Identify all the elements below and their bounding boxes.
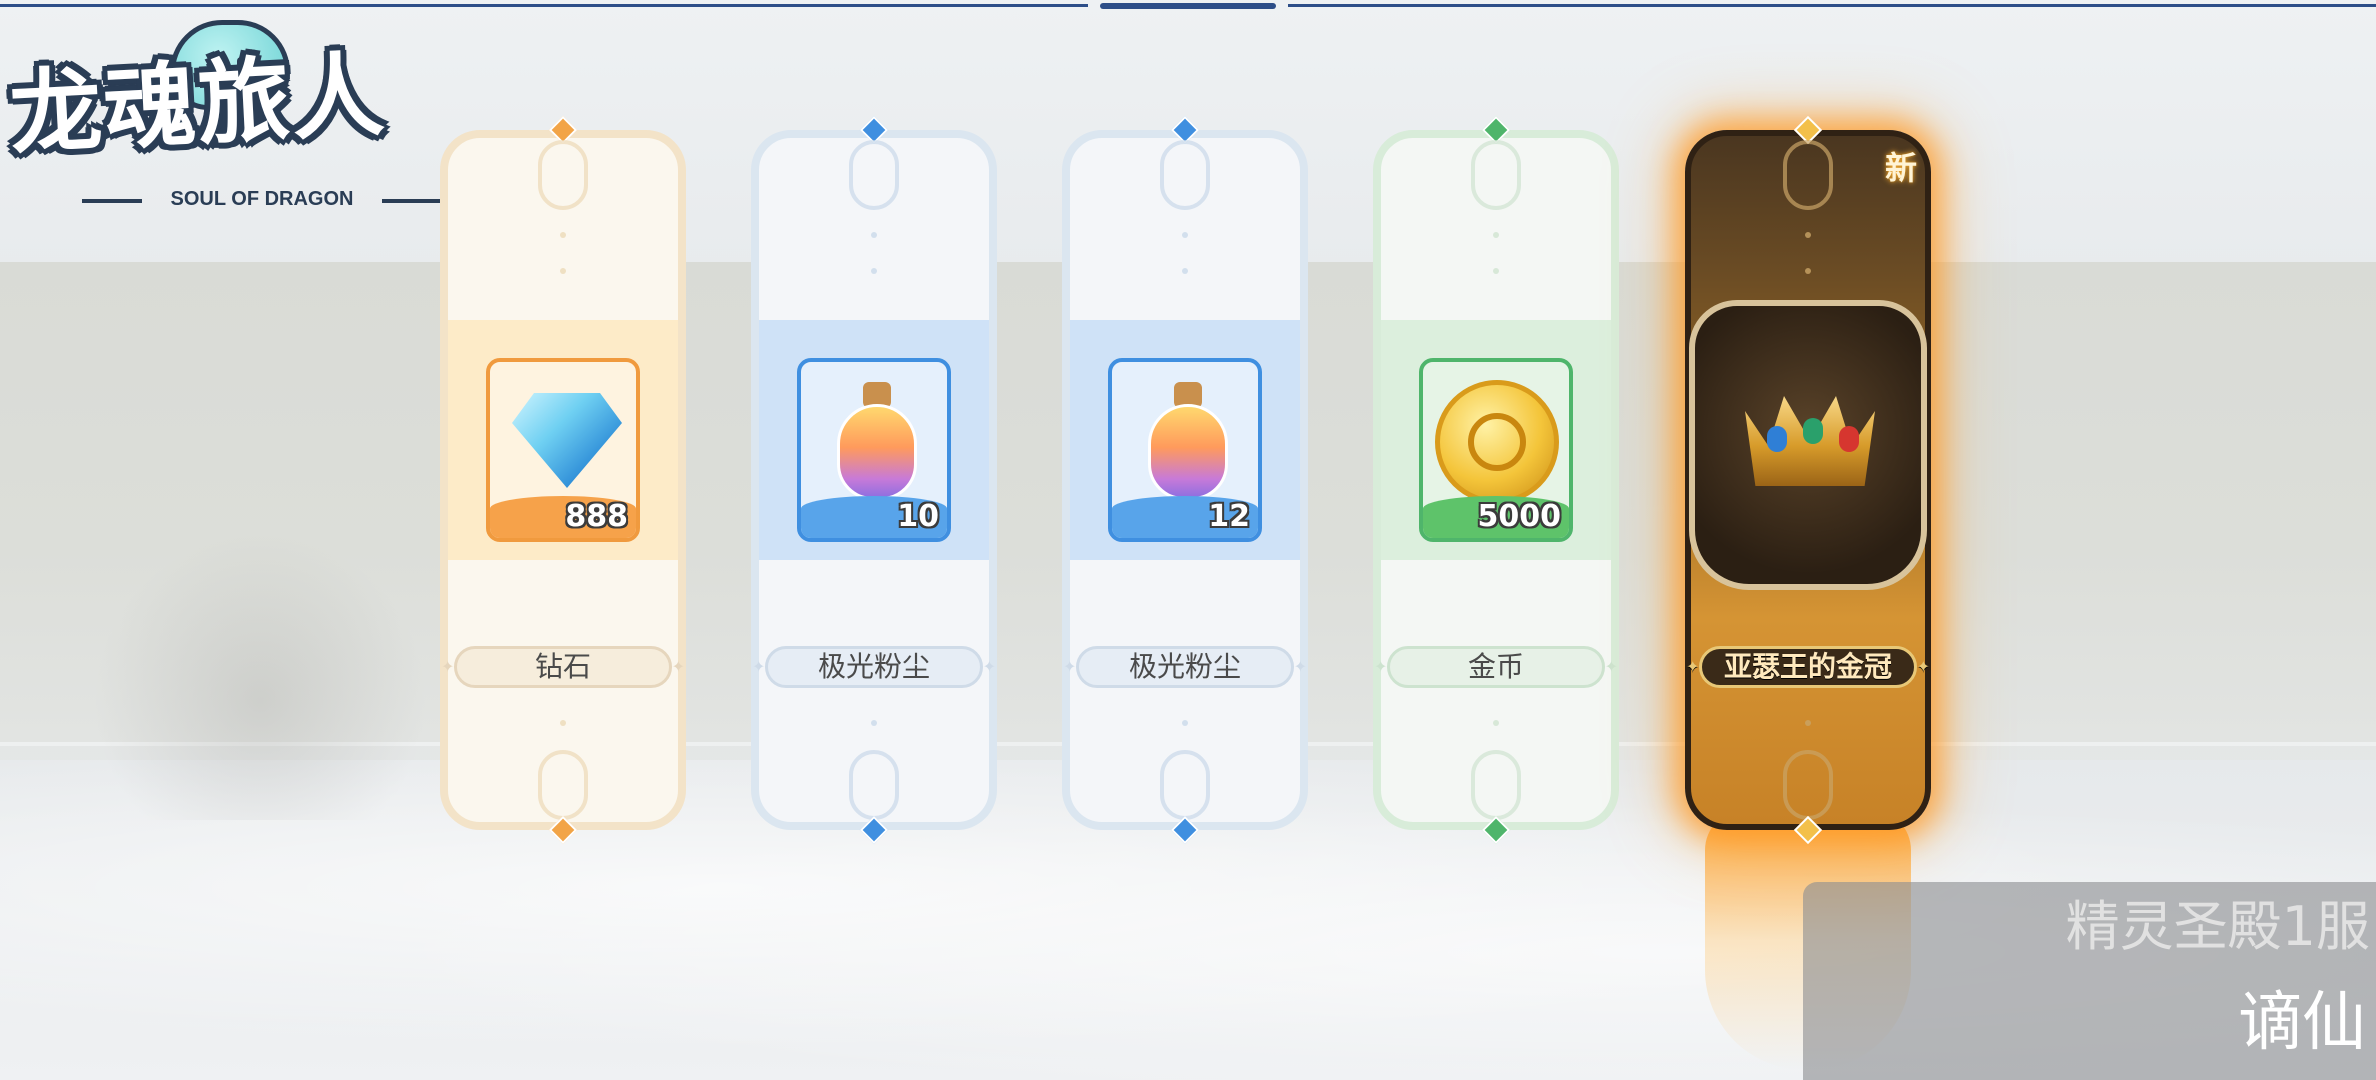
card-motif-bottom — [1783, 750, 1833, 820]
card-dot — [1182, 232, 1188, 238]
gold-coin-icon — [1435, 380, 1559, 504]
card-dot — [1493, 268, 1499, 274]
card-motif-top — [1160, 140, 1210, 210]
card-dot — [1805, 232, 1811, 238]
item-slot[interactable]: 5000 — [1419, 358, 1573, 542]
item-slot[interactable] — [1689, 300, 1927, 590]
server-name: 精灵圣殿1服 — [2065, 895, 2370, 958]
card-motif-top — [1783, 140, 1833, 210]
server-info-panel: 精灵圣殿1服 谪仙 — [1803, 882, 2376, 1080]
card-motif-bottom — [849, 750, 899, 820]
bottle-body — [1148, 404, 1228, 500]
reward-card-aurora-dust[interactable]: 10 极光粉尘 — [751, 115, 997, 845]
card-dot — [1805, 268, 1811, 274]
crown-jewel — [1767, 426, 1787, 452]
crown-jewel — [1839, 426, 1859, 452]
item-name: 极光粉尘 — [752, 646, 996, 688]
reward-card-diamond[interactable]: 888 钻石 — [440, 115, 686, 845]
item-slot[interactable]: 888 — [486, 358, 640, 542]
card-motif-bottom — [538, 750, 588, 820]
card-motif-bottom — [1471, 750, 1521, 820]
logo-rule-right — [382, 199, 442, 203]
card-dot — [1493, 720, 1499, 726]
card-dot — [1182, 720, 1188, 726]
item-name: 金币 — [1374, 646, 1618, 688]
aurora-dust-bottle-icon — [831, 382, 923, 502]
card-dot — [560, 268, 566, 274]
card-dot — [560, 232, 566, 238]
bottle-body — [837, 404, 917, 500]
reward-card-aurora-dust[interactable]: 12 极光粉尘 — [1062, 115, 1308, 845]
card-dot — [871, 268, 877, 274]
card-dot — [871, 232, 877, 238]
player-name: 谪仙 — [2238, 986, 2366, 1060]
card-dot — [871, 720, 877, 726]
top-bar-indicator — [1100, 3, 1276, 9]
item-quantity: 10 — [897, 499, 939, 534]
aurora-dust-bottle-icon — [1142, 382, 1234, 502]
item-slot[interactable]: 10 — [797, 358, 951, 542]
item-quantity: 12 — [1208, 499, 1250, 534]
game-logo: 龙魂旅人 SOUL OF DRAGON — [7, 10, 500, 210]
reward-card-golden-crown[interactable]: 新 亚瑟王的金冠 — [1685, 115, 1931, 1070]
new-badge: 新 — [1884, 149, 1917, 187]
top-bar-right-line — [1288, 4, 2376, 7]
item-name: 亚瑟王的金冠 — [1686, 646, 1930, 688]
crown-jewel — [1803, 418, 1823, 444]
reward-card-gold-coin[interactable]: 5000 金币 — [1373, 115, 1619, 845]
card-motif-top — [1471, 140, 1521, 210]
card-motif-bottom — [1160, 750, 1210, 820]
card-motif-top — [849, 140, 899, 210]
item-quantity: 888 — [565, 499, 628, 534]
item-name: 极光粉尘 — [1063, 646, 1307, 688]
card-dot — [1182, 268, 1188, 274]
top-bar-left-line — [0, 4, 1088, 7]
item-quantity: 5000 — [1477, 499, 1562, 534]
background-silhouette — [80, 520, 440, 820]
item-name: 钻石 — [441, 646, 685, 688]
logo-title: 龙魂旅人 — [7, 41, 389, 168]
card-dot — [1805, 720, 1811, 726]
card-motif-top — [538, 140, 588, 210]
card-dot — [560, 720, 566, 726]
item-slot[interactable]: 12 — [1108, 358, 1262, 542]
card-dot — [1493, 232, 1499, 238]
diamond-icon — [512, 393, 622, 488]
